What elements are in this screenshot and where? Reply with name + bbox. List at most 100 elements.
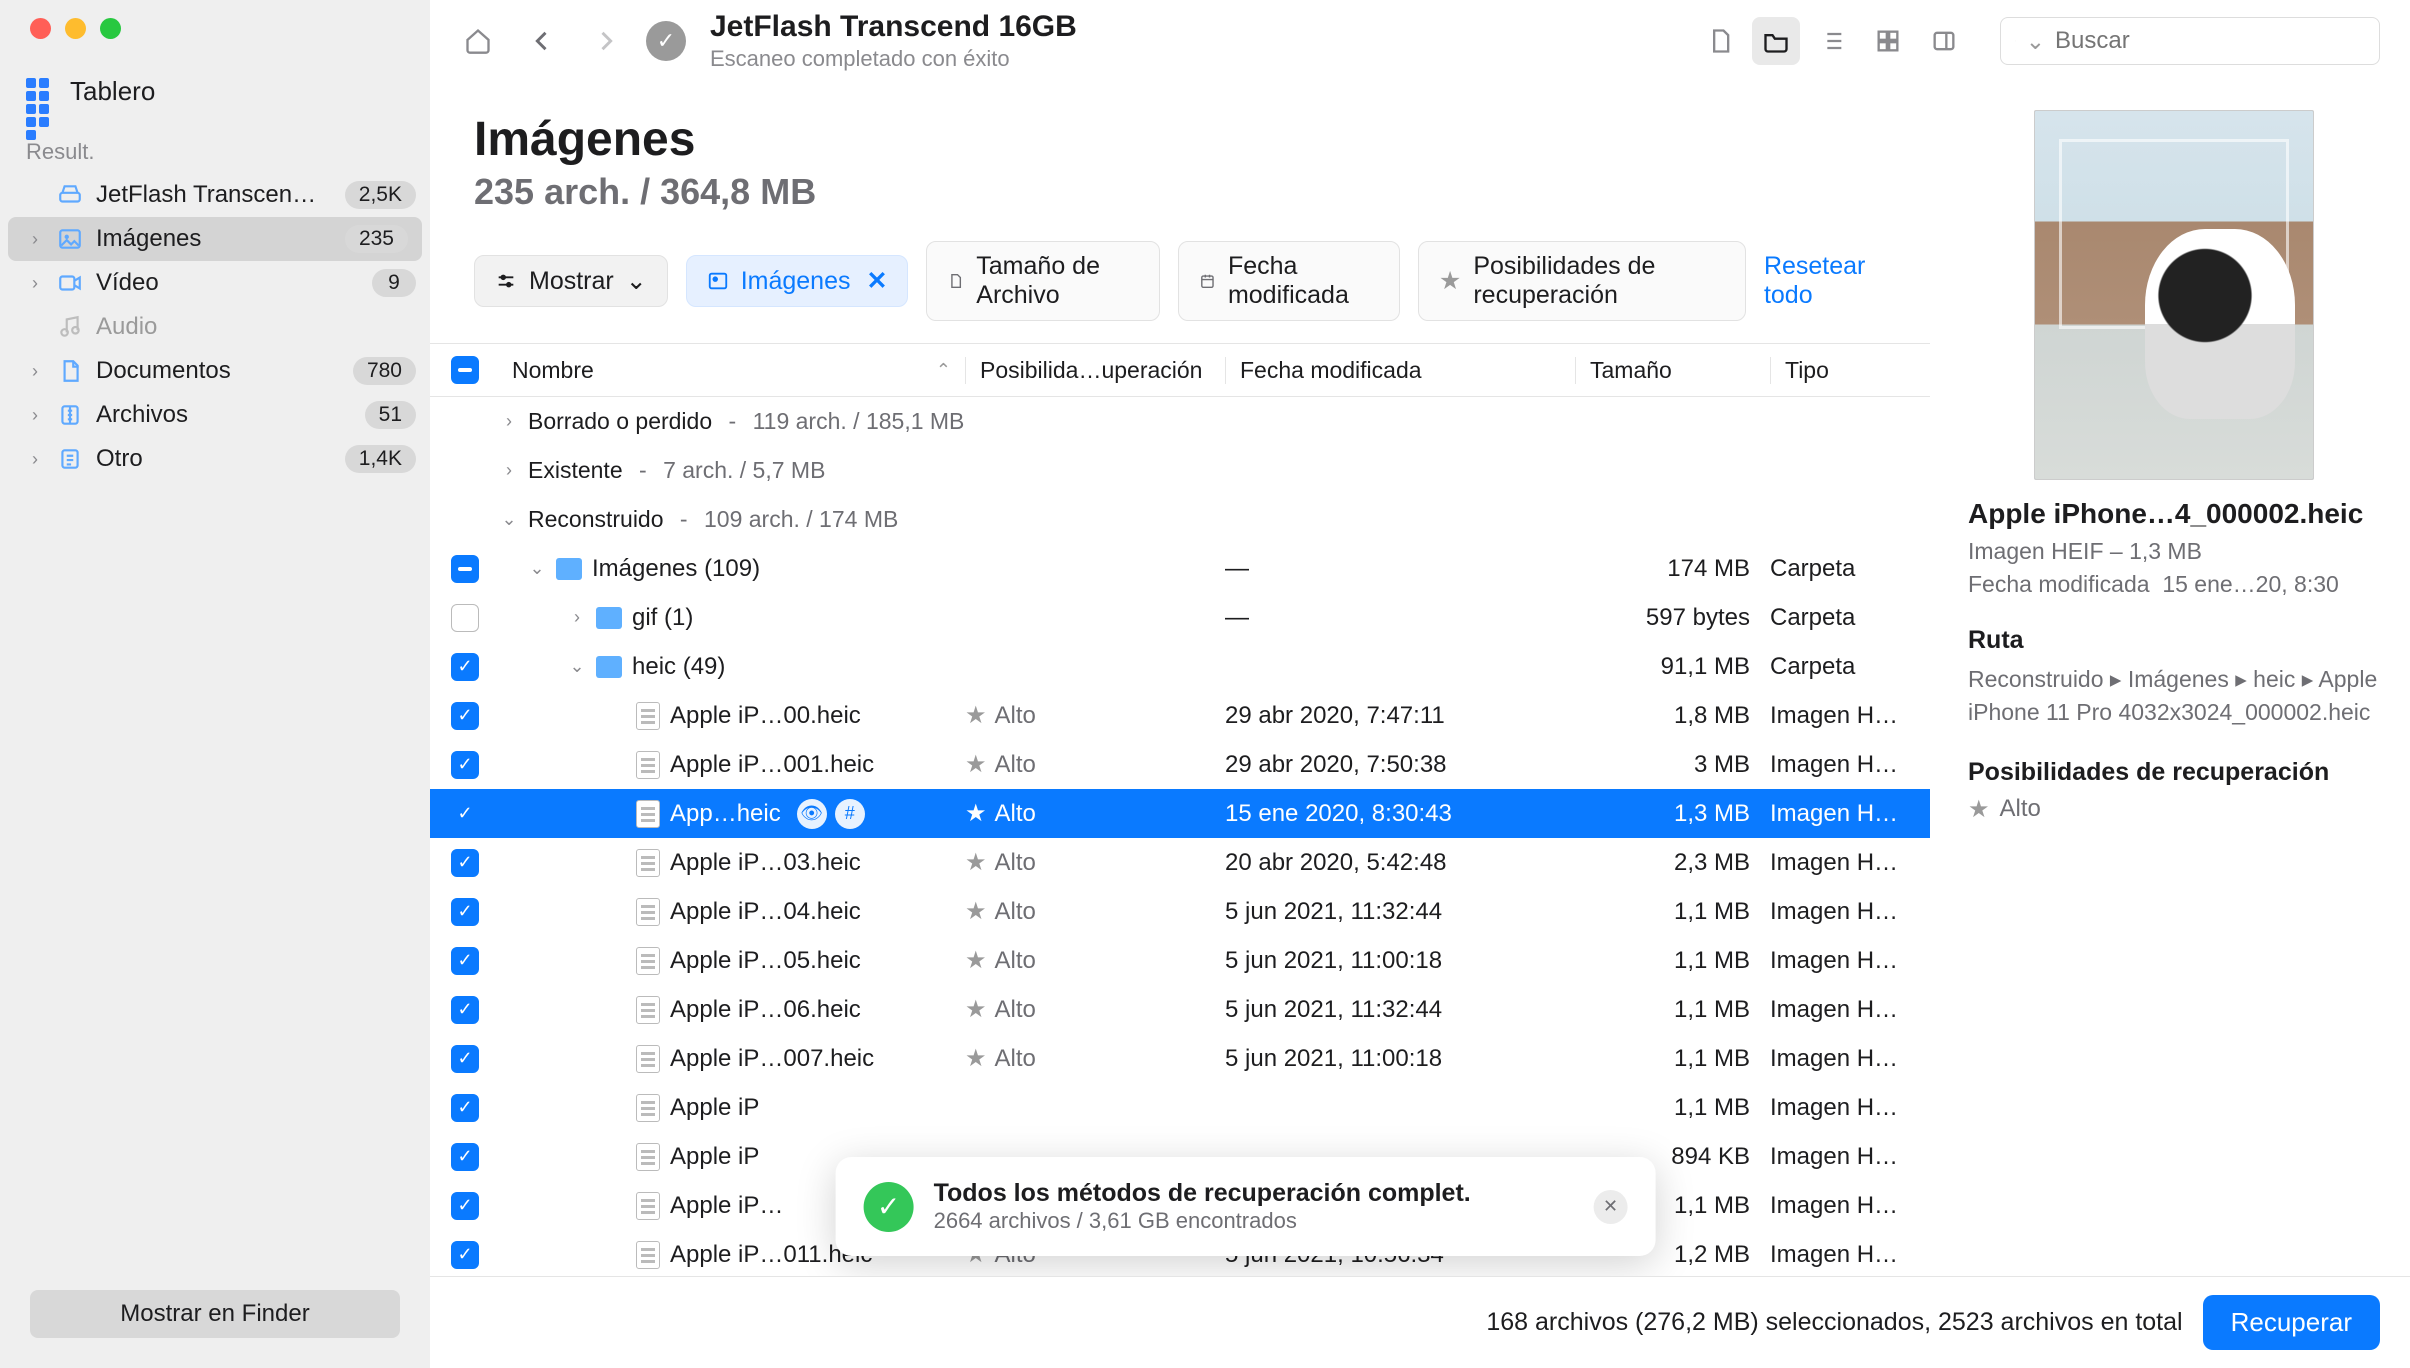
folder-row-gif[interactable]: ›gif (1) —597 bytesCarpeta [430,593,1930,642]
group-row-existing[interactable]: ›Existente - 7 arch. / 5,7 MB [430,446,1930,495]
filter-date-chip[interactable]: Fecha modificada [1178,241,1400,321]
file-row[interactable]: ✓ Apple iP…007.heic ★Alto 5 jun 2021, 11… [430,1034,1930,1083]
file-icon [636,898,660,926]
column-size[interactable]: Tamaño [1575,357,1770,384]
filter-show-button[interactable]: Mostrar ⌄ [474,255,668,307]
show-in-finder-button[interactable]: Mostrar en Finder [30,1290,400,1338]
preview-icon[interactable]: 👁 [797,799,827,829]
sidebar-item-badge: 235 [345,225,408,253]
group-row-rebuilt[interactable]: ⌄Reconstruido - 109 arch. / 174 MB [430,495,1930,544]
column-recov[interactable]: Posibilida…uperación [965,357,1225,384]
list-area: Imágenes 235 arch. / 364,8 MB Mostrar ⌄ … [430,82,1930,1276]
forward-button[interactable] [582,17,630,65]
chevron-down-icon: ⌄ [626,266,647,296]
recover-button[interactable]: Recuperar [2203,1295,2380,1350]
file-row[interactable]: ✓ Apple iP…05.heic ★Alto 5 jun 2021, 11:… [430,936,1930,985]
clear-filter-icon[interactable]: ✕ [866,266,887,296]
row-checkbox[interactable] [451,604,479,632]
file-row[interactable]: ✓ App…heic👁# ★Alto 15 ene 2020, 8:30:43 … [430,789,1930,838]
filter-recov-chip[interactable]: ★ Posibilidades de recuperación [1418,241,1746,321]
sidebar-item-images[interactable]: › Imágenes 235 [8,217,422,261]
row-checkbox[interactable]: ✓ [451,751,479,779]
file-icon [636,1143,660,1171]
filter-images-chip[interactable]: Imágenes ✕ [686,255,909,307]
grid-view-button[interactable] [1864,17,1912,65]
sidebar-item-other[interactable]: › Otro 1,4K [0,437,430,481]
sidebar-item-audio[interactable]: Audio [0,305,430,349]
back-button[interactable] [518,17,566,65]
search-field[interactable]: ⌄ [2000,17,2380,65]
title-block: JetFlash Transcend 16GB Escaneo completa… [710,10,1680,72]
column-name[interactable]: Nombre⌃ [500,357,965,384]
row-checkbox[interactable]: ✓ [451,702,479,730]
folder-row-images[interactable]: ⌄Imágenes (109) —174 MBCarpeta [430,544,1930,593]
row-checkbox[interactable]: ✓ [451,996,479,1024]
file-name: Apple iP…05.heic [670,947,861,975]
file-row[interactable]: ✓ Apple iP…03.heic ★Alto 20 abr 2020, 5:… [430,838,1930,887]
file-date: 29 abr 2020, 7:47:11 [1225,702,1575,730]
row-checkbox[interactable] [451,555,479,583]
chevron-down-icon[interactable]: ⌄ [568,656,586,677]
folder-view-button[interactable] [1752,17,1800,65]
minimize-window-button[interactable] [65,18,86,39]
file-name: Apple iP…001.heic [670,751,874,779]
close-window-button[interactable] [30,18,51,39]
row-checkbox[interactable]: ✓ [451,1045,479,1073]
file-row[interactable]: ✓ Apple iP 1,1 MB Imagen H… [430,1083,1930,1132]
sidebar-item-badge: 9 [372,269,416,297]
row-checkbox[interactable]: ✓ [451,1241,479,1269]
file-size: 1,1 MB [1575,947,1770,975]
sidebar-item-drive[interactable]: JetFlash Transcen… 2,5K [0,173,430,217]
file-name: Apple iP…06.heic [670,996,861,1024]
panel-toggle-button[interactable] [1920,17,1968,65]
success-check-icon: ✓ [864,1182,914,1232]
file-icon [636,702,660,730]
column-type[interactable]: Tipo [1770,357,1930,384]
chevron-down-icon[interactable]: ⌄ [500,509,518,530]
rows-container: ›Borrado o perdido - 119 arch. / 185,1 M… [430,397,1930,1276]
file-icon [636,1192,660,1220]
chevron-right-icon[interactable]: › [500,411,518,432]
row-checkbox[interactable]: ✓ [451,1094,479,1122]
chevron-right-icon[interactable]: › [500,460,518,481]
folder-row-heic[interactable]: ✓ ⌄heic (49) 91,1 MBCarpeta [430,642,1930,691]
filter-filesize-chip[interactable]: Tamaño de Archivo [926,241,1160,321]
file-row[interactable]: ✓ Apple iP…04.heic ★Alto 5 jun 2021, 11:… [430,887,1930,936]
recov-value: Alto [995,702,1036,730]
row-checkbox[interactable]: ✓ [451,653,479,681]
select-all-checkbox[interactable] [451,356,479,384]
file-row[interactable]: ✓ Apple iP…00.heic ★Alto 29 abr 2020, 7:… [430,691,1930,740]
row-checkbox[interactable]: ✓ [451,1192,479,1220]
file-size: 1,3 MB [1575,800,1770,828]
file-row[interactable]: ✓ Apple iP…001.heic ★Alto 29 abr 2020, 7… [430,740,1930,789]
file-name: App…heic [670,800,781,828]
preview-path-label: Ruta [1968,626,2380,655]
document-view-button[interactable] [1696,17,1744,65]
dashboard-link[interactable]: Tablero [0,64,430,119]
group-row-deleted[interactable]: ›Borrado o perdido - 119 arch. / 185,1 M… [430,397,1930,446]
reset-filters-link[interactable]: Resetear todo [1764,252,1886,310]
hex-icon[interactable]: # [835,799,865,829]
row-checkbox[interactable]: ✓ [451,800,479,828]
recov-value: Alto [995,800,1036,828]
search-input[interactable] [2055,27,2365,55]
chevron-down-icon[interactable]: ⌄ [528,558,546,579]
column-date[interactable]: Fecha modificada [1225,357,1575,384]
sidebar-item-documents[interactable]: › Documentos 780 [0,349,430,393]
fullscreen-window-button[interactable] [100,18,121,39]
row-checkbox[interactable]: ✓ [451,898,479,926]
row-checkbox[interactable]: ✓ [451,947,479,975]
home-button[interactable] [454,17,502,65]
table-header: Nombre⌃ Posibilida…uperación Fecha modif… [430,343,1930,397]
file-row[interactable]: ✓ Apple iP…06.heic ★Alto 5 jun 2021, 11:… [430,985,1930,1034]
row-checkbox[interactable]: ✓ [451,1143,479,1171]
sidebar-item-archives[interactable]: › Archivos 51 [0,393,430,437]
folder-icon [596,607,622,629]
close-toast-button[interactable]: ✕ [1594,1190,1628,1224]
sidebar-item-video[interactable]: › Vídeo 9 [0,261,430,305]
row-checkbox[interactable]: ✓ [451,849,479,877]
list-view-button[interactable] [1808,17,1856,65]
file-size: 1,8 MB [1575,702,1770,730]
search-icon [2015,30,2016,52]
chevron-right-icon[interactable]: › [568,607,586,628]
